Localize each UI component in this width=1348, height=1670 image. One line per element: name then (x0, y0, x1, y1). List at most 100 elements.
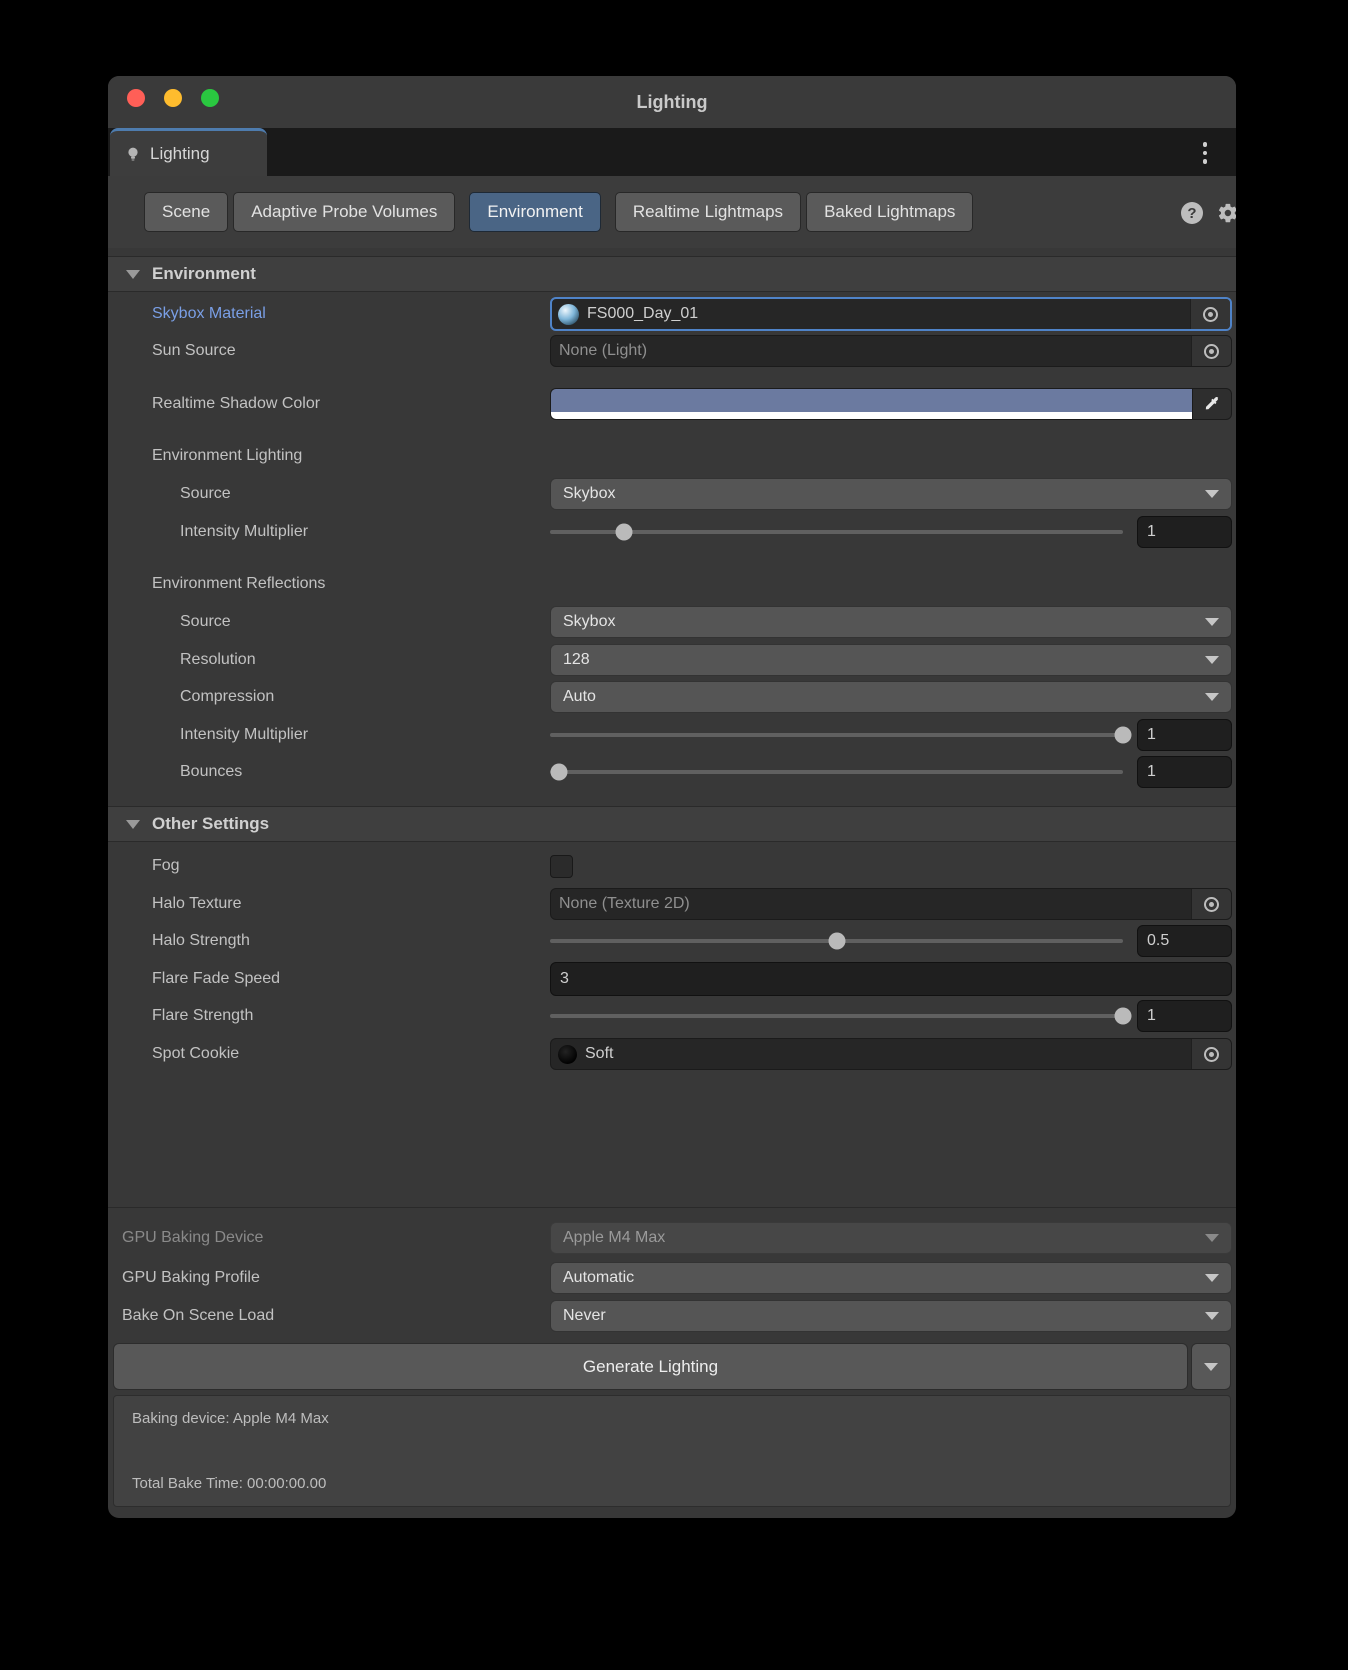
flare-strength-value-field[interactable]: 1 (1137, 1000, 1232, 1032)
generate-lighting-dropdown-button[interactable] (1191, 1343, 1231, 1390)
slider-track[interactable] (550, 1014, 1123, 1018)
reflections-source-dropdown[interactable]: Skybox (550, 606, 1232, 638)
toolbar-tab-adaptive-probe-volumes[interactable]: Adaptive Probe Volumes (233, 192, 455, 232)
section-title: Other Settings (152, 814, 269, 834)
generate-lighting-button[interactable]: Generate Lighting (113, 1343, 1188, 1390)
slider-thumb[interactable] (616, 524, 633, 541)
env-lighting-source-row: Source Skybox (108, 478, 1236, 510)
realtime-shadow-color-row: Realtime Shadow Color (108, 388, 1236, 420)
halo-texture-field[interactable]: None (Texture 2D) (550, 888, 1232, 920)
foldout-arrow-icon (126, 820, 140, 829)
tab-label: Lighting (150, 144, 210, 164)
color-swatch-alpha (551, 412, 1192, 419)
halo-strength-row: Halo Strength 0.5 (108, 925, 1236, 957)
env-lighting-source-dropdown[interactable]: Skybox (550, 478, 1232, 510)
footer-divider (108, 1207, 1236, 1208)
gpu-baking-profile-dropdown[interactable]: Automatic (550, 1262, 1232, 1294)
env-lighting-intensity-row: Intensity Multiplier 1 (108, 516, 1236, 548)
section-header-environment[interactable]: Environment (108, 256, 1236, 292)
traffic-lights (127, 89, 219, 107)
dropdown-value: Automatic (563, 1269, 1205, 1287)
object-picker-icon[interactable] (1191, 889, 1231, 919)
slider-thumb[interactable] (1115, 1008, 1132, 1025)
titlebar[interactable]: Lighting (108, 76, 1236, 128)
intensity-value-field[interactable]: 1 (1137, 719, 1232, 751)
dropdown-value: Auto (563, 688, 1205, 706)
kebab-menu-icon[interactable] (1200, 139, 1211, 167)
skybox-material-field[interactable]: FS000_Day_01 (550, 297, 1232, 331)
reflections-resolution-row: Resolution 128 (108, 644, 1236, 676)
dock-tab-strip: Lighting (108, 128, 1236, 176)
gear-icon[interactable] (1217, 202, 1236, 224)
gpu-baking-device-dropdown: Apple M4 Max (550, 1222, 1232, 1254)
sun-source-field[interactable]: None (Light) (550, 335, 1232, 367)
close-button[interactable] (127, 89, 145, 107)
field-label: Bake On Scene Load (108, 1307, 550, 1325)
reflections-compression-dropdown[interactable]: Auto (550, 681, 1232, 713)
group-label: Environment Reflections (108, 575, 550, 593)
slider-track[interactable] (550, 530, 1123, 534)
environment-reflections-group: Environment Reflections (108, 568, 1236, 600)
chevron-down-icon (1204, 1363, 1218, 1371)
chevron-down-icon (1205, 1274, 1219, 1282)
material-sphere-icon (558, 304, 579, 325)
total-bake-time-status: Total Bake Time: 00:00:00.00 (132, 1475, 1212, 1492)
object-field-value: FS000_Day_01 (587, 305, 1190, 323)
slider-thumb[interactable] (1115, 727, 1132, 744)
color-swatch[interactable] (550, 388, 1192, 420)
slider-track[interactable] (550, 939, 1123, 943)
field-label: Skybox Material (108, 305, 550, 323)
spot-cookie-field[interactable]: Soft (550, 1038, 1232, 1070)
field-label: Realtime Shadow Color (108, 395, 550, 413)
foldout-arrow-icon (126, 270, 140, 279)
object-picker-icon[interactable] (1190, 299, 1230, 329)
toolbar-tab-label: Adaptive Probe Volumes (251, 202, 437, 222)
picker-ring (1204, 1047, 1219, 1062)
chevron-down-icon (1205, 618, 1219, 626)
bake-on-scene-load-dropdown[interactable]: Never (550, 1300, 1232, 1332)
toolbar-tab-baked-lightmaps[interactable]: Baked Lightmaps (806, 192, 973, 232)
section-header-other-settings[interactable]: Other Settings (108, 806, 1236, 842)
flare-strength-row: Flare Strength 1 (108, 1000, 1236, 1032)
dropdown-value: Apple M4 Max (563, 1229, 1205, 1247)
slider-track[interactable] (550, 770, 1123, 774)
slider-thumb[interactable] (828, 933, 845, 950)
toolbar-tab-environment[interactable]: Environment (469, 192, 600, 232)
reflections-source-row: Source Skybox (108, 606, 1236, 638)
tab-lighting[interactable]: Lighting (110, 128, 267, 176)
intensity-value-field[interactable]: 1 (1137, 516, 1232, 548)
bake-on-scene-load-row: Bake On Scene Load Never (108, 1300, 1236, 1332)
field-label: Bounces (108, 763, 550, 781)
field-label: Fog (108, 857, 550, 875)
minimize-button[interactable] (164, 89, 182, 107)
toolbar-tab-scene[interactable]: Scene (144, 192, 228, 232)
object-picker-icon[interactable] (1191, 1039, 1231, 1069)
zoom-button[interactable] (201, 89, 219, 107)
section-title: Environment (152, 264, 256, 284)
fog-checkbox[interactable] (550, 855, 573, 878)
toolbar-tab-label: Baked Lightmaps (824, 202, 955, 222)
field-label: Flare Strength (108, 1007, 550, 1025)
bounces-value-field[interactable]: 1 (1137, 756, 1232, 788)
field-label: Intensity Multiplier (108, 726, 550, 744)
eyedropper-icon[interactable] (1192, 388, 1232, 420)
picker-ring (1203, 307, 1218, 322)
bake-status-panel: Baking device: Apple M4 Max Total Bake T… (113, 1395, 1231, 1507)
fog-row: Fog (108, 850, 1236, 882)
lighting-window: Lighting Lighting Scene Adaptive Probe V… (108, 76, 1236, 1518)
reflections-compression-row: Compression Auto (108, 681, 1236, 713)
field-label: Compression (108, 688, 550, 706)
baking-device-status: Baking device: Apple M4 Max (132, 1410, 1212, 1427)
slider-track[interactable] (550, 733, 1123, 737)
object-picker-icon[interactable] (1191, 336, 1231, 366)
help-icon[interactable]: ? (1181, 202, 1203, 224)
sun-source-row: Sun Source None (Light) (108, 334, 1236, 368)
reflections-resolution-dropdown[interactable]: 128 (550, 644, 1232, 676)
halo-strength-value-field[interactable]: 0.5 (1137, 925, 1232, 957)
toolbar-tab-realtime-lightmaps[interactable]: Realtime Lightmaps (615, 192, 801, 232)
flare-fade-speed-field[interactable]: 3 (550, 962, 1232, 996)
slider-thumb[interactable] (550, 764, 567, 781)
shadow-color-field[interactable] (550, 388, 1232, 420)
chevron-down-icon (1205, 656, 1219, 664)
field-label: Resolution (108, 651, 550, 669)
